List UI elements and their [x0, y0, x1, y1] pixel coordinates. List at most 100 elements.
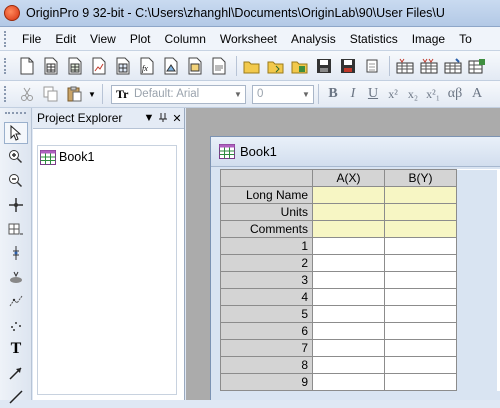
mask-tool-icon[interactable] [4, 266, 28, 288]
save-project-icon[interactable] [313, 55, 335, 77]
data-cell[interactable] [312, 322, 385, 340]
import-single-ascii-icon[interactable] [394, 55, 416, 77]
copy-icon[interactable] [40, 83, 62, 105]
import-data-icon[interactable] [361, 55, 383, 77]
open-excel-icon[interactable] [289, 55, 311, 77]
data-cell[interactable] [384, 305, 457, 323]
menu-view[interactable]: View [84, 32, 124, 46]
row-header[interactable]: Units [220, 203, 313, 221]
menu-column[interactable]: Column [159, 32, 214, 46]
data-cell[interactable] [312, 237, 385, 255]
row-header[interactable]: 5 [220, 305, 313, 323]
corner-cell[interactable] [220, 169, 313, 187]
new-3d-graph-icon[interactable] [160, 55, 182, 77]
text-tool-icon[interactable]: T [4, 338, 28, 360]
data-cell[interactable] [384, 339, 457, 357]
data-cell[interactable] [384, 271, 457, 289]
new-graph-icon[interactable] [88, 55, 110, 77]
data-reader-tool-icon[interactable] [4, 218, 28, 240]
save-template-icon[interactable] [337, 55, 359, 77]
menu-image[interactable]: Image [406, 32, 453, 46]
data-cell[interactable] [384, 254, 457, 272]
data-selector-tool-icon[interactable] [4, 242, 28, 264]
open-template-icon[interactable] [265, 55, 287, 77]
new-notes-icon[interactable] [208, 55, 230, 77]
column-header-a[interactable]: A(X) [312, 169, 385, 187]
data-cell[interactable] [312, 288, 385, 306]
new-workbook-icon[interactable] [40, 55, 62, 77]
zoom-in-tool-icon[interactable] [4, 146, 28, 168]
row-header[interactable]: 2 [220, 254, 313, 272]
data-cell[interactable] [312, 254, 385, 272]
long-name-cell-a[interactable] [312, 186, 385, 204]
line-tool-icon[interactable] [4, 386, 28, 408]
units-cell-b[interactable] [384, 203, 457, 221]
import-multiple-ascii-icon[interactable] [418, 55, 440, 77]
bold-button[interactable]: B [323, 86, 343, 102]
row-header[interactable]: Comments [220, 220, 313, 238]
pointer-tool-icon[interactable] [4, 122, 28, 144]
font-combo[interactable]: Tr Default: Arial ▼ [111, 84, 246, 104]
screen-reader-tool-icon[interactable] [4, 194, 28, 216]
data-cell[interactable] [312, 271, 385, 289]
row-header[interactable]: 1 [220, 237, 313, 255]
data-cell[interactable] [312, 373, 385, 391]
row-header[interactable]: 4 [220, 288, 313, 306]
underline-button[interactable]: U [363, 86, 383, 102]
row-header[interactable]: 7 [220, 339, 313, 357]
long-name-cell-b[interactable] [384, 186, 457, 204]
zoom-out-tool-icon[interactable] [4, 170, 28, 192]
menu-plot[interactable]: Plot [124, 32, 159, 46]
chevron-down-icon[interactable]: ▼ [231, 86, 245, 103]
data-cell[interactable] [384, 237, 457, 255]
increase-font-button[interactable]: A [467, 86, 487, 102]
supersubscript-button[interactable]: x²₁ [423, 87, 443, 102]
data-cell[interactable] [384, 288, 457, 306]
menu-worksheet[interactable]: Worksheet [214, 32, 285, 46]
row-header[interactable]: 3 [220, 271, 313, 289]
import-wizard-icon[interactable] [442, 55, 464, 77]
new-function-icon[interactable]: fx [136, 55, 158, 77]
row-header[interactable]: Long Name [220, 186, 313, 204]
workbook-window[interactable]: Book1 A(X) B(Y) Long Name Units Comments… [210, 136, 500, 400]
comments-cell-a[interactable] [312, 220, 385, 238]
arrow-tool-icon[interactable] [4, 362, 28, 384]
new-excel-icon[interactable] [64, 55, 86, 77]
menu-statistics[interactable]: Statistics [344, 32, 406, 46]
column-header-b[interactable]: B(Y) [384, 169, 457, 187]
data-cell[interactable] [384, 356, 457, 374]
data-cell[interactable] [384, 373, 457, 391]
import-excel-icon[interactable] [466, 55, 488, 77]
units-cell-a[interactable] [312, 203, 385, 221]
menu-file[interactable]: File [16, 32, 49, 46]
data-cell[interactable] [312, 356, 385, 374]
data-cell[interactable] [312, 339, 385, 357]
new-project-icon[interactable] [16, 55, 38, 77]
tree-item-book1[interactable]: Book1 [40, 148, 176, 166]
data-cell[interactable] [384, 322, 457, 340]
regional-mask-tool-icon[interactable] [4, 314, 28, 336]
open-folder-icon[interactable] [241, 55, 263, 77]
close-icon[interactable]: ✕ [170, 112, 184, 125]
row-header[interactable]: 8 [220, 356, 313, 374]
new-matrix-icon[interactable] [112, 55, 134, 77]
cut-icon[interactable] [16, 83, 38, 105]
chevron-down-icon[interactable]: ▼ [299, 86, 313, 103]
workbook-titlebar[interactable]: Book1 [211, 137, 500, 167]
font-size-combo[interactable]: 0 ▼ [252, 84, 314, 104]
menu-tools[interactable]: To [453, 32, 480, 46]
draw-data-tool-icon[interactable] [4, 290, 28, 312]
new-layout-icon[interactable] [184, 55, 206, 77]
dock-icon[interactable] [156, 112, 170, 125]
paste-icon[interactable] [64, 83, 86, 105]
italic-button[interactable]: I [343, 86, 363, 102]
row-header[interactable]: 9 [220, 373, 313, 391]
pin-icon[interactable]: ▼ [142, 112, 156, 124]
menu-analysis[interactable]: Analysis [285, 32, 344, 46]
greek-button[interactable]: αβ [443, 86, 467, 102]
superscript-button[interactable]: x² [383, 87, 403, 102]
paste-dropdown-icon[interactable]: ▼ [88, 83, 96, 105]
row-header[interactable]: 6 [220, 322, 313, 340]
data-cell[interactable] [312, 305, 385, 323]
menu-edit[interactable]: Edit [49, 32, 84, 46]
